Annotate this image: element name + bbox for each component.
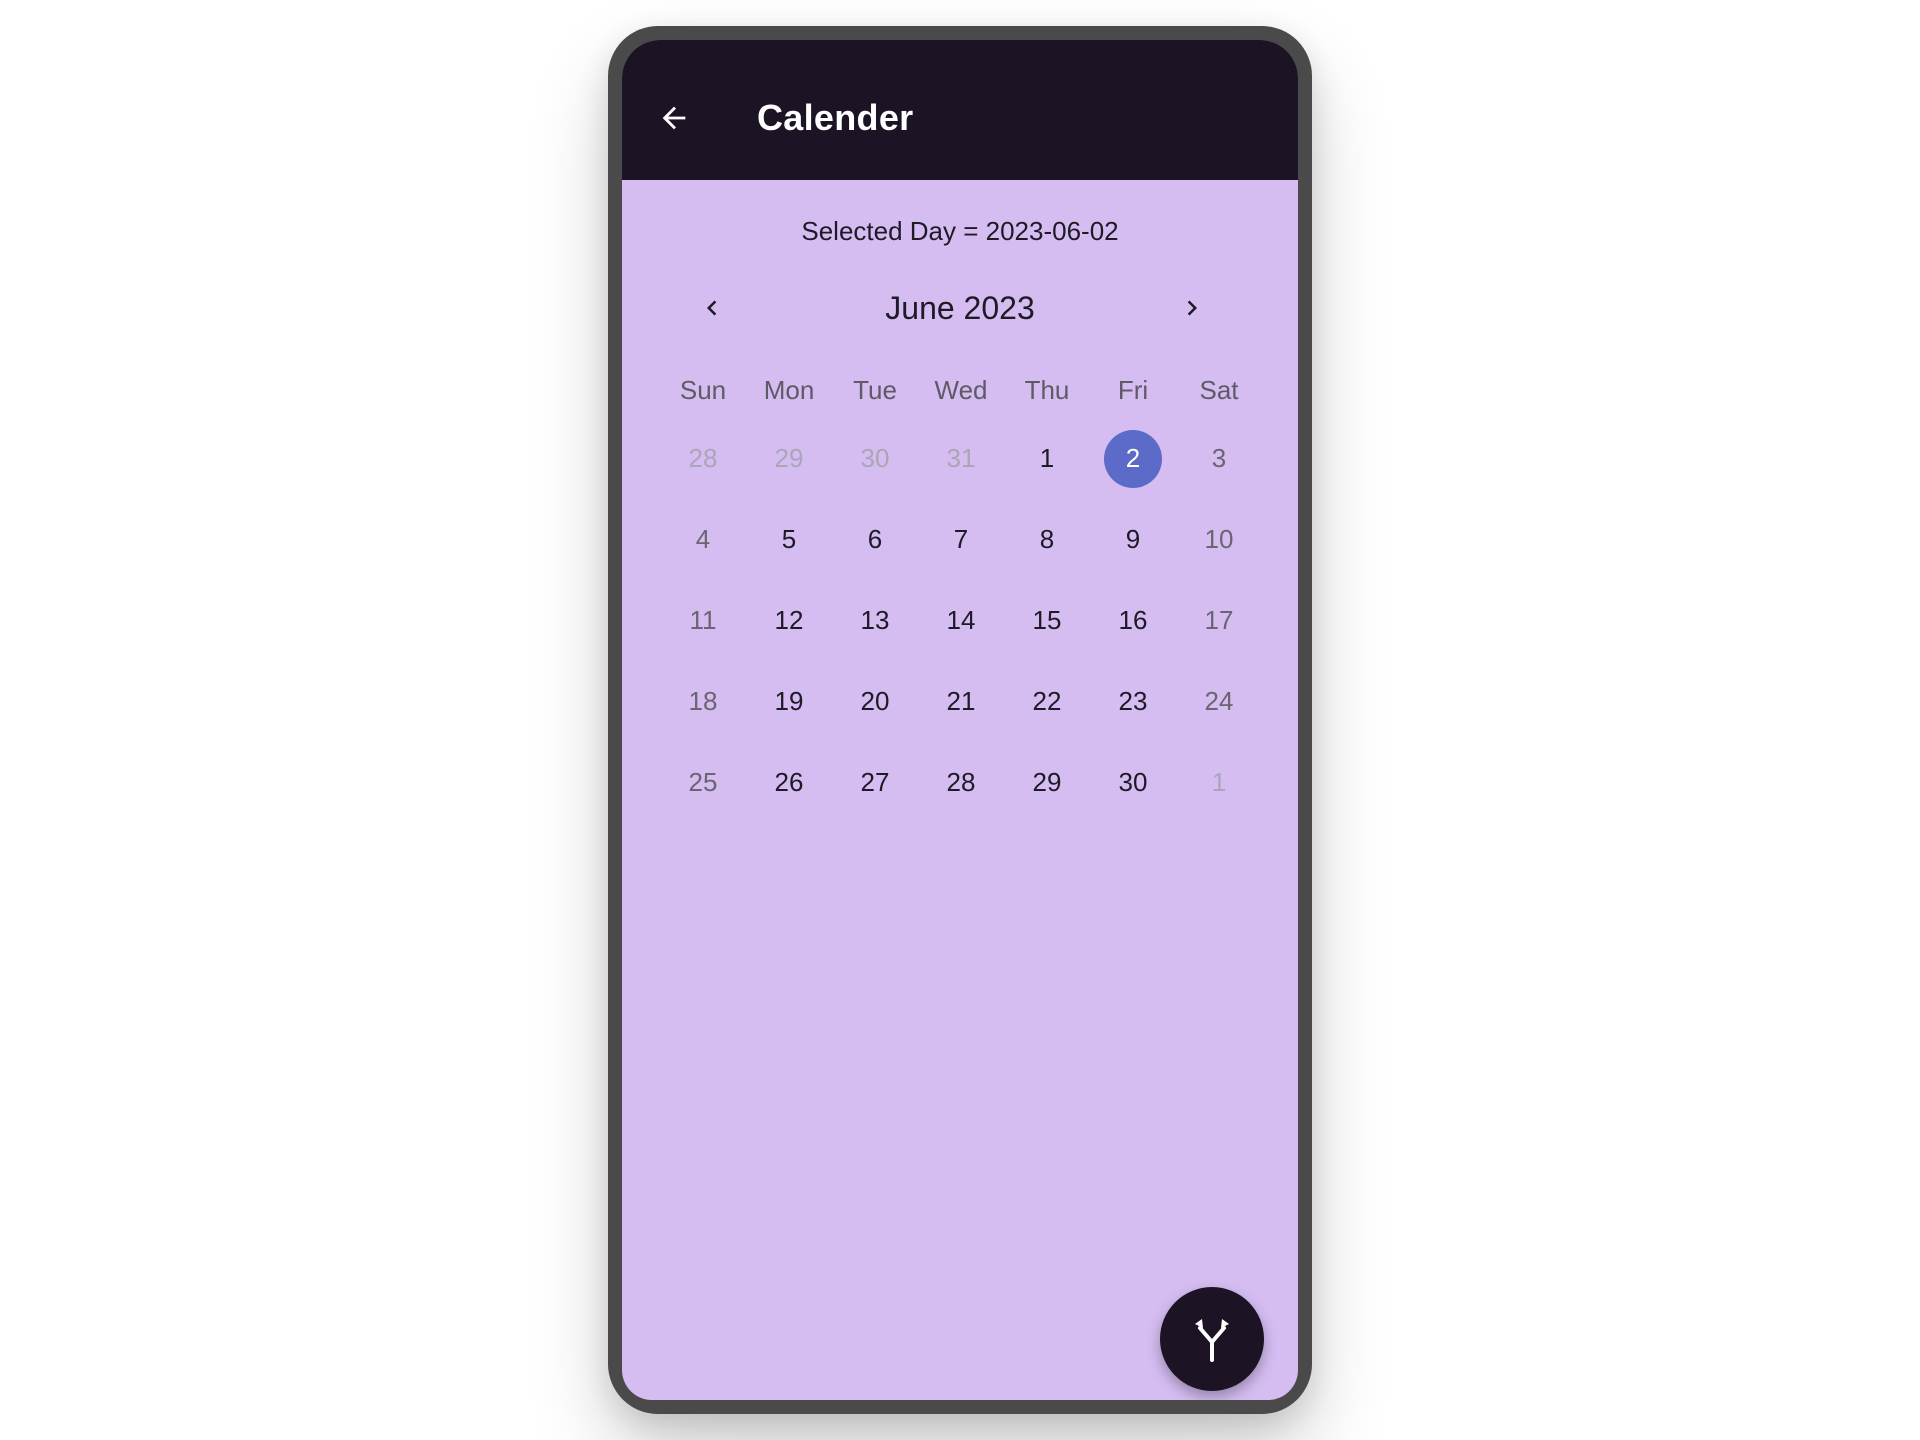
- day-cell[interactable]: 29: [746, 418, 832, 499]
- selected-day-label: Selected Day = 2023-06-02: [801, 216, 1119, 246]
- arrow-left-icon: [662, 106, 686, 130]
- day-number: 20: [860, 686, 890, 716]
- day-number: 13: [860, 605, 890, 635]
- weekday-label: Fri: [1117, 375, 1149, 405]
- month-navigation: June 2023: [622, 280, 1298, 336]
- day-cell[interactable]: 12: [746, 580, 832, 661]
- day-number: 28: [946, 767, 976, 797]
- weekday-label: Sun: [679, 375, 727, 405]
- weekday-label: Mon: [763, 375, 815, 405]
- day-cell[interactable]: 5: [746, 499, 832, 580]
- day-cell[interactable]: 20: [832, 661, 918, 742]
- day-cell[interactable]: 22: [1004, 661, 1090, 742]
- day-cell[interactable]: 9: [1090, 499, 1176, 580]
- day-cell[interactable]: 23: [1090, 661, 1176, 742]
- day-number: 6: [867, 524, 883, 554]
- day-number: 30: [860, 443, 890, 473]
- day-cell[interactable]: 7: [918, 499, 1004, 580]
- day-cell[interactable]: 21: [918, 661, 1004, 742]
- day-number: 14: [946, 605, 976, 635]
- day-cell[interactable]: 25: [660, 742, 746, 823]
- day-number: 19: [774, 686, 804, 716]
- day-cell[interactable]: 1: [1004, 418, 1090, 499]
- day-number: 26: [774, 767, 804, 797]
- day-number: 1: [1211, 767, 1227, 797]
- day-cell[interactable]: 11: [660, 580, 746, 661]
- day-number: 25: [688, 767, 718, 797]
- day-cell[interactable]: 10: [1176, 499, 1262, 580]
- day-number: 17: [1204, 605, 1234, 635]
- weekday-label: Thu: [1024, 375, 1070, 405]
- day-number: 22: [1032, 686, 1062, 716]
- day-number: 16: [1118, 605, 1148, 635]
- day-cell[interactable]: 27: [832, 742, 918, 823]
- day-cell[interactable]: 26: [746, 742, 832, 823]
- day-cell[interactable]: 1: [1176, 742, 1262, 823]
- day-cell[interactable]: 8: [1004, 499, 1090, 580]
- weekday-label: Tue: [853, 375, 897, 405]
- day-number: 10: [1204, 524, 1234, 554]
- day-cell[interactable]: 4: [660, 499, 746, 580]
- day-number: 12: [774, 605, 804, 635]
- day-number: 29: [774, 443, 804, 473]
- day-number: 30: [1118, 767, 1148, 797]
- day-number: 15: [1032, 605, 1062, 635]
- day-number: 3: [1211, 443, 1227, 473]
- day-number: 28: [688, 443, 718, 473]
- app-bar: Calender: [622, 40, 1298, 180]
- day-cell[interactable]: 30: [832, 418, 918, 499]
- day-number: 5: [781, 524, 797, 554]
- day-cell[interactable]: 18: [660, 661, 746, 742]
- days-grid: 28 29 30 31 1 2 3 4 5 6 7 8 9 10 11 12 13 14 15 16 17 18 19 20 2…: [660, 418, 1262, 823]
- day-number: 8: [1039, 524, 1055, 554]
- day-number: 18: [688, 686, 718, 716]
- day-cell[interactable]: 28: [918, 742, 1004, 823]
- day-cell[interactable]: 30: [1090, 742, 1176, 823]
- day-number: 1: [1039, 443, 1055, 473]
- day-number: 11: [689, 605, 717, 635]
- calendar-grid: Sun Mon Tue Wed Thu Fri Sat 28 29 30 31 1 2 3 4 5 6 7 8 9 1…: [660, 366, 1262, 823]
- day-number: 27: [860, 767, 890, 797]
- day-number: 24: [1204, 686, 1234, 716]
- day-cell[interactable]: 29: [1004, 742, 1090, 823]
- day-cell[interactable]: 6: [832, 499, 918, 580]
- day-number: 29: [1032, 767, 1062, 797]
- day-cell[interactable]: 15: [1004, 580, 1090, 661]
- prev-month-button[interactable]: [690, 286, 734, 330]
- next-month-button[interactable]: [1170, 286, 1214, 330]
- weekday-header-row: Sun Mon Tue Wed Thu Fri Sat: [660, 366, 1262, 414]
- day-cell[interactable]: 17: [1176, 580, 1262, 661]
- phone-frame: Calender Selected Day = 2023-06-02 June …: [608, 26, 1312, 1414]
- day-cell-selected[interactable]: 2: [1090, 418, 1176, 499]
- day-number: 7: [953, 524, 969, 554]
- chevron-right-icon: [1187, 300, 1197, 316]
- day-number: 21: [946, 686, 976, 716]
- day-cell[interactable]: 13: [832, 580, 918, 661]
- day-number: 2: [1104, 429, 1162, 488]
- day-number: 31: [946, 443, 976, 473]
- day-cell[interactable]: 28: [660, 418, 746, 499]
- chevron-left-icon: [707, 300, 717, 316]
- page-title: Calender: [757, 97, 914, 138]
- day-number: 4: [695, 524, 711, 554]
- back-button[interactable]: [652, 96, 696, 140]
- day-cell[interactable]: 3: [1176, 418, 1262, 499]
- weekday-label: Sat: [1199, 375, 1239, 405]
- day-number: 9: [1125, 524, 1141, 554]
- stage: Calender Selected Day = 2023-06-02 June …: [0, 0, 1920, 1440]
- day-cell[interactable]: 14: [918, 580, 1004, 661]
- day-cell[interactable]: 16: [1090, 580, 1176, 661]
- day-cell[interactable]: 19: [746, 661, 832, 742]
- day-cell[interactable]: 24: [1176, 661, 1262, 742]
- app-screen: Calender Selected Day = 2023-06-02 June …: [622, 40, 1298, 1400]
- weekday-label: Wed: [934, 375, 988, 405]
- merge-arrows-icon: [1195, 1319, 1229, 1362]
- floating-action-button[interactable]: [1160, 1287, 1264, 1391]
- day-number: 23: [1118, 686, 1148, 716]
- day-cell[interactable]: 31: [918, 418, 1004, 499]
